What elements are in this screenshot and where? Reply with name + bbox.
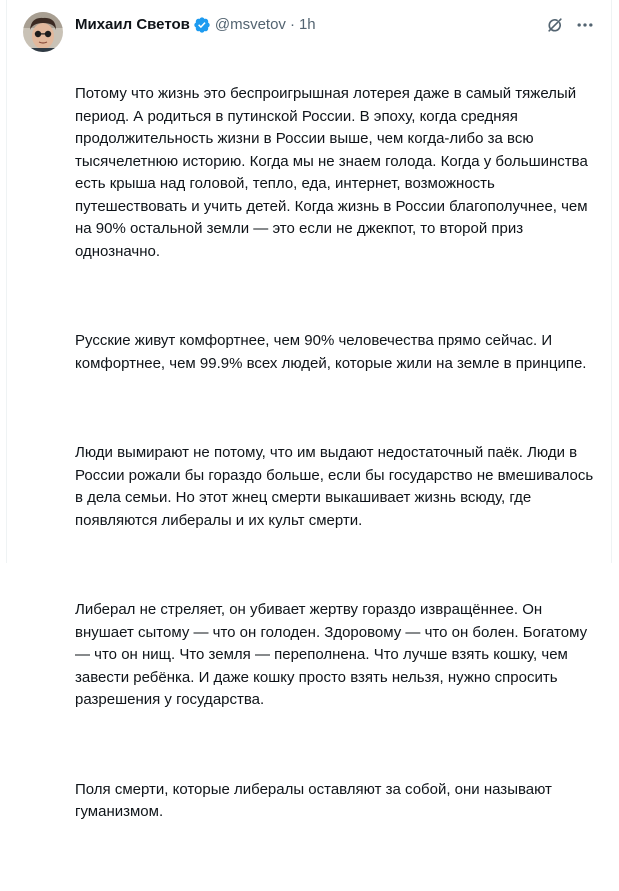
tweet-text: Потому что жизнь это беспроигрышная лоте… [75,38,605,891]
tweet-paragraph: Русские живут комфортнее, чем 90% челове… [75,332,587,372]
tweet-paragraph: Поля смерти, которые либералы оставляют … [75,780,557,821]
tweet-paragraph: Люди вымирают не потому, что им выдают н… [75,444,598,529]
tweet-header: Михаил Светов @msvetov · 1h [75,14,595,36]
tweet-paragraph: Потому что жизнь это беспроигрышная лоте… [75,85,592,260]
verified-badge-icon [193,16,211,34]
grok-icon[interactable] [545,15,565,35]
tweet-paragraph: Либерал не стреляет, он убивает жертву г… [75,601,592,708]
more-dots-icon[interactable] [575,15,595,35]
header-actions [545,15,595,35]
author-handle[interactable]: @msvetov [215,15,286,35]
tweet-timestamp[interactable]: 1h [299,15,316,35]
avatar[interactable] [23,12,63,52]
tweet-card[interactable]: Михаил Светов @msvetov · 1h Потому что ж… [6,0,612,820]
separator-dot: · [289,16,295,33]
author-display-name[interactable]: Михаил Светов [75,15,190,35]
